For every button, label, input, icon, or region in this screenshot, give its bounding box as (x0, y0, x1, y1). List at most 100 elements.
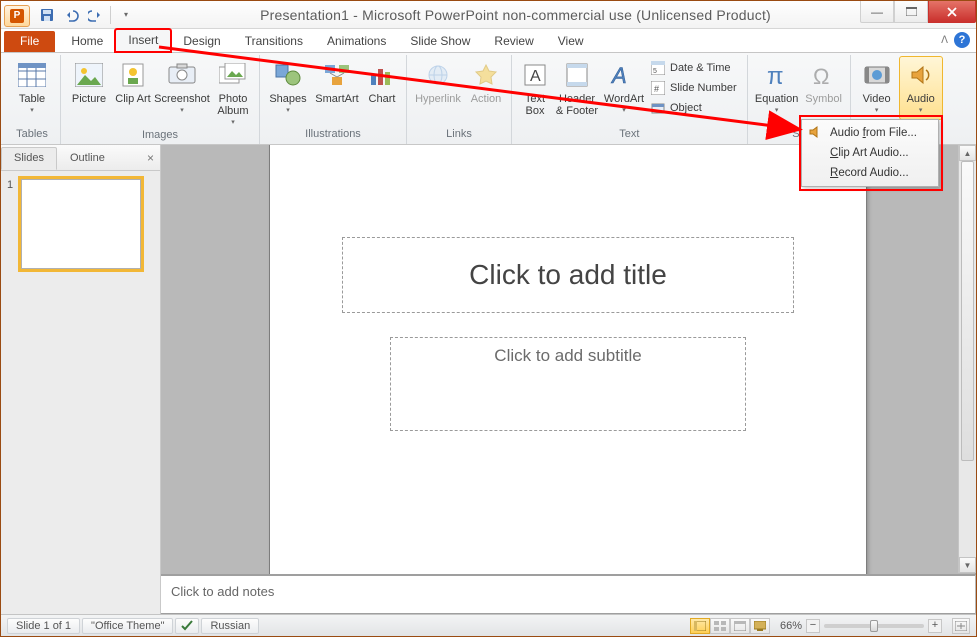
scroll-up-icon[interactable]: ▲ (959, 145, 976, 161)
clipart-button[interactable]: Clip Art (113, 57, 153, 105)
slidenumber-button[interactable]: # Slide Number (648, 79, 739, 97)
svg-text:#: # (654, 84, 659, 94)
screenshot-button[interactable]: Screenshot▾ (153, 57, 211, 117)
shapes-button[interactable]: Shapes▾ (264, 57, 312, 117)
symbol-icon: Ω (808, 59, 840, 91)
close-panel-icon[interactable]: × (147, 151, 154, 165)
slide-canvas-area[interactable]: Click to add title Click to add subtitle (161, 145, 976, 574)
maximize-button[interactable] (894, 1, 928, 23)
scroll-down-icon[interactable]: ▼ (959, 557, 976, 573)
svg-text:A: A (610, 63, 627, 87)
slide-editor: Click to add title Click to add subtitle… (161, 145, 976, 614)
zoom-slider[interactable] (824, 624, 924, 628)
undo-icon[interactable] (62, 6, 80, 24)
status-spellcheck-icon[interactable] (175, 618, 199, 634)
help-icon[interactable]: ? (954, 32, 970, 48)
datetime-icon: 5 (650, 60, 666, 76)
action-label: Action (471, 93, 502, 105)
status-theme[interactable]: "Office Theme" (82, 618, 173, 634)
audio-label: Audio (907, 93, 935, 105)
tab-insert[interactable]: Insert (115, 29, 171, 52)
table-label: Table (19, 93, 45, 105)
app-window: P ▾ Presentation1 - Microsoft PowerPoint… (0, 0, 977, 637)
audio-icon (905, 59, 937, 91)
chart-button[interactable]: Chart (362, 57, 402, 105)
notes-input[interactable]: Click to add notes (161, 575, 975, 614)
action-button: Action (465, 57, 507, 105)
zoom-fit-button[interactable] (952, 618, 970, 634)
quick-access-toolbar: ▾ (38, 6, 135, 24)
tab-transitions[interactable]: Transitions (233, 31, 315, 52)
thumbnail-item[interactable]: 1 (7, 179, 154, 269)
group-links: Hyperlink Action Links (407, 55, 512, 144)
normal-view-button[interactable] (690, 618, 710, 634)
headerfooter-button[interactable]: Header& Footer (554, 57, 600, 117)
tab-home[interactable]: Home (59, 31, 115, 52)
slides-panel-tabs: Slides Outline × (1, 145, 160, 171)
smartart-button[interactable]: SmartArt (312, 57, 362, 105)
zoom-percent[interactable]: 66% (780, 620, 802, 632)
slide[interactable]: Click to add title Click to add subtitle (270, 145, 866, 574)
scroll-thumb[interactable] (961, 161, 974, 461)
tab-view[interactable]: View (546, 31, 596, 52)
tab-design[interactable]: Design (171, 31, 232, 52)
datetime-button[interactable]: 5 Date & Time (648, 59, 739, 77)
tab-animations[interactable]: Animations (315, 31, 398, 52)
qat-customize-icon[interactable]: ▾ (117, 6, 135, 24)
svg-text:5: 5 (653, 68, 657, 75)
symbol-label: Symbol (805, 93, 842, 105)
tab-review[interactable]: Review (482, 31, 545, 52)
audio-button[interactable]: Audio▾ (899, 56, 943, 120)
menu-audio-from-file-label: Audio from File... (830, 127, 917, 139)
tab-slideshow[interactable]: Slide Show (398, 31, 482, 52)
reading-view-button[interactable] (730, 618, 750, 634)
clipart-label: Clip Art (115, 93, 150, 105)
view-buttons (690, 618, 770, 634)
picture-label: Picture (72, 93, 106, 105)
object-button[interactable]: Object (648, 99, 739, 117)
equation-button[interactable]: π Equation▾ (752, 57, 802, 117)
vertical-scrollbar[interactable]: ▲ ▼ (958, 145, 976, 573)
group-illustrations-label: Illustrations (264, 128, 402, 144)
screenshot-label: Screenshot (154, 93, 210, 105)
window-title: Presentation1 - Microsoft PowerPoint non… (135, 7, 976, 23)
thumbnail-preview[interactable] (21, 179, 141, 269)
audio-dropdown-menu: Audio from File... Clip Art Audio... Rec… (801, 119, 939, 187)
status-bar: Slide 1 of 1 "Office Theme" Russian 66% … (1, 614, 976, 636)
slides-tab[interactable]: Slides (1, 147, 57, 170)
notes-pane: Click to add notes (161, 574, 976, 614)
close-button[interactable] (928, 1, 976, 23)
workspace: Slides Outline × 1 Click to add title Cl… (1, 145, 976, 614)
zoom-in-button[interactable]: + (928, 619, 942, 633)
app-icon[interactable]: P (4, 5, 30, 27)
textbox-button[interactable]: A TextBox (516, 57, 554, 117)
outline-tab[interactable]: Outline (57, 147, 118, 170)
sorter-view-button[interactable] (710, 618, 730, 634)
minimize-button[interactable]: — (860, 1, 894, 23)
shapes-label: Shapes (269, 93, 306, 105)
menu-clipart-audio[interactable]: Clip Art Audio... (804, 143, 936, 163)
video-button[interactable]: Video▾ (855, 57, 899, 117)
menu-audio-from-file[interactable]: Audio from File... (804, 123, 936, 143)
photoalbum-button[interactable]: PhotoAlbum▾ (211, 57, 255, 129)
title-placeholder[interactable]: Click to add title (342, 237, 794, 313)
wordart-button[interactable]: A WordArt▾ (600, 57, 648, 117)
speaker-icon (808, 125, 824, 141)
object-label: Object (670, 102, 702, 114)
subtitle-placeholder[interactable]: Click to add subtitle (390, 337, 746, 431)
headerfooter-label: Header& Footer (556, 93, 598, 117)
object-icon (650, 100, 666, 116)
status-language[interactable]: Russian (201, 618, 259, 634)
table-button[interactable]: Table▾ (8, 57, 56, 117)
slideshow-view-button[interactable] (750, 618, 770, 634)
menu-record-audio[interactable]: Record Audio... (804, 163, 936, 183)
minimize-ribbon-icon[interactable]: ᐱ (941, 35, 948, 46)
redo-icon[interactable] (86, 6, 104, 24)
tab-file[interactable]: File (4, 31, 55, 52)
table-icon (16, 59, 48, 91)
picture-button[interactable]: Picture (65, 57, 113, 105)
zoom-out-button[interactable]: − (806, 619, 820, 633)
zoom-slider-thumb[interactable] (870, 620, 878, 632)
status-slide[interactable]: Slide 1 of 1 (7, 618, 80, 634)
save-icon[interactable] (38, 6, 56, 24)
